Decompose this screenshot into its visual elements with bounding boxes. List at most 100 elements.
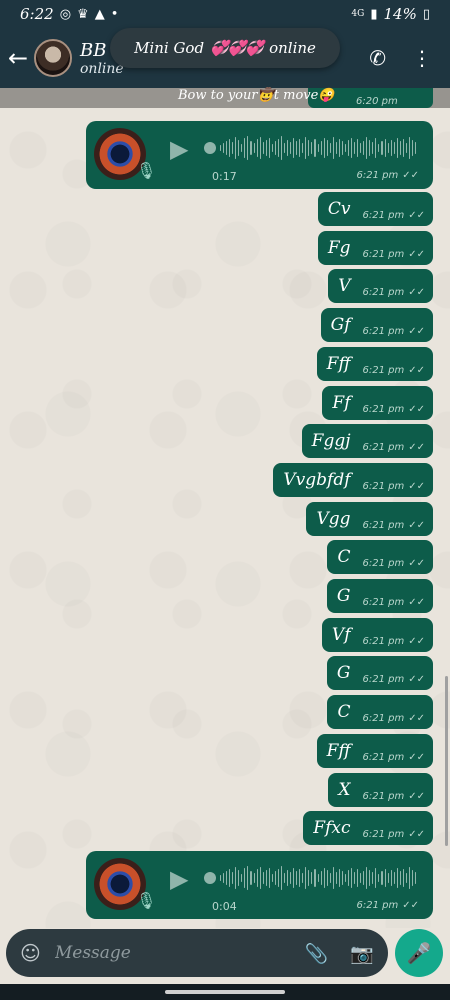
message-text: C	[337, 547, 351, 567]
seek-handle[interactable]	[204, 142, 216, 154]
double-check-icon: ✓✓	[408, 636, 425, 647]
double-check-icon: ✓✓	[408, 752, 425, 763]
double-check-icon: ✓✓	[408, 791, 425, 802]
message-bubble[interactable]: Fggj 6:21 pm ✓✓	[301, 424, 433, 458]
double-check-icon: ✓✓	[408, 365, 425, 376]
message-text: G	[336, 586, 351, 606]
message-bubble[interactable]: G 6:21 pm ✓✓	[326, 656, 433, 690]
message-text: Ff	[332, 393, 351, 413]
back-arrow-icon[interactable]: ←	[8, 44, 30, 72]
message-time: 6:21 pm ✓✓	[362, 404, 426, 415]
message-text: Cv	[327, 199, 351, 219]
seek-handle[interactable]	[204, 872, 216, 884]
message-text: Fff	[326, 354, 351, 374]
home-handle[interactable]	[165, 990, 285, 994]
waveform[interactable]	[220, 865, 416, 891]
double-check-icon: ✓✓	[408, 404, 425, 415]
message-time: 6:21 pm ✓✓	[362, 287, 426, 298]
message-text: Vf	[331, 625, 351, 645]
mic-icon: 🎙	[136, 161, 157, 180]
whatsapp-icon: ◎	[59, 6, 72, 22]
double-check-icon: ✓✓	[408, 520, 425, 531]
attach-icon[interactable]: 📎	[305, 942, 329, 965]
message-bubble[interactable]: Vgg 6:21 pm ✓✓	[306, 502, 433, 536]
double-check-icon: ✓✓	[408, 713, 425, 724]
dot-icon: •	[110, 6, 119, 22]
status-bar: 6:22 ◎ ♛ ▲ • 4G ▮ 14% ▯	[0, 0, 450, 28]
voice-record-button[interactable]: 🎤	[395, 929, 443, 977]
battery-level: 14%	[383, 5, 417, 23]
emoji-icon[interactable]: ☺	[20, 941, 41, 965]
phone-icon[interactable]: ✆	[369, 46, 386, 70]
message-time: 6:21 pm ✓✓	[362, 636, 426, 647]
message-time: 6:21 pm ✓✓	[362, 713, 426, 724]
camera-icon[interactable]: 📷	[350, 942, 374, 965]
message-time: 6:21 pm ✓✓	[362, 210, 426, 221]
message-bubble[interactable]: Ff 6:21 pm ✓✓	[322, 386, 433, 420]
toast-name: Mini God	[134, 39, 205, 57]
signal-icon: ▮	[370, 6, 378, 22]
message-bubble[interactable]: Vvgbfdf 6:21 pm ✓✓	[273, 463, 433, 497]
composer: ☺ 📎 📷	[6, 929, 388, 977]
voice-duration: 0:17	[212, 170, 237, 183]
voice-message[interactable]: 🎙 ▶ 0:17 6:21 pm ✓✓	[86, 121, 433, 189]
message-bubble[interactable]: Vf 6:21 pm ✓✓	[321, 618, 433, 652]
double-check-icon: ✓✓	[408, 287, 425, 298]
message-text: Fggj	[311, 431, 351, 451]
message-time: 6:21 pm ✓✓	[356, 900, 420, 911]
message-bubble[interactable]: Fff 6:21 pm ✓✓	[316, 347, 433, 381]
double-check-icon: ✓✓	[408, 481, 425, 492]
warning-icon: ▲	[94, 6, 105, 22]
message-time: 6:21 pm ✓✓	[362, 752, 426, 763]
message-time: 6:21 pm ✓✓	[362, 365, 426, 376]
message-input[interactable]	[54, 943, 275, 963]
message-bubble[interactable]: Cv 6:21 pm ✓✓	[317, 192, 433, 226]
waveform[interactable]	[220, 135, 416, 161]
double-check-icon: ✓✓	[408, 829, 425, 840]
pinned-message: Bow to your🤠t move😜	[178, 88, 335, 103]
message-time: 6:21 pm ✓✓	[362, 481, 426, 492]
battery-icon: ▯	[422, 6, 430, 22]
message-bubble[interactable]: Ffxc 6:21 pm ✓✓	[303, 811, 433, 845]
message-bubble[interactable]: Fff 6:21 pm ✓✓	[316, 734, 433, 768]
message-text: V	[338, 276, 351, 296]
message-time: 6:21 pm ✓✓	[362, 326, 426, 337]
status-time: 6:22	[20, 5, 54, 23]
double-check-icon: ✓✓	[408, 210, 425, 221]
message-bubble[interactable]: V 6:21 pm ✓✓	[328, 269, 433, 303]
more-vert-icon[interactable]: ⋮	[412, 46, 432, 70]
double-check-icon: ✓✓	[408, 249, 425, 260]
pinned-time: 6:20 pm	[356, 96, 398, 107]
network-type: 4G	[351, 9, 365, 19]
message-time: 6:21 pm ✓✓	[362, 442, 426, 453]
toast-status: online	[269, 39, 316, 57]
message-bubble[interactable]: C 6:21 pm ✓✓	[327, 695, 433, 729]
message-time: 6:21 pm ✓✓	[362, 674, 426, 685]
scrollbar[interactable]	[445, 676, 448, 846]
message-bubble[interactable]: G 6:21 pm ✓✓	[326, 579, 433, 613]
message-bubble[interactable]: C 6:21 pm ✓✓	[327, 540, 433, 574]
message-text: Fff	[326, 741, 351, 761]
mic-icon: 🎙	[136, 891, 157, 910]
online-notification[interactable]: Mini God 💞💞💞 online	[110, 28, 340, 68]
nav-bar	[0, 984, 450, 1000]
message-time: 6:21 pm ✓✓	[362, 558, 426, 569]
double-check-icon: ✓✓	[408, 558, 425, 569]
message-bubble[interactable]: Fg 6:21 pm ✓✓	[317, 231, 433, 265]
toast-hearts: 💞💞💞	[210, 39, 264, 57]
crown-icon: ♛	[77, 6, 89, 22]
play-icon[interactable]: ▶	[170, 135, 188, 163]
voice-message[interactable]: 🎙 ▶ 0:04 6:21 pm ✓✓	[86, 851, 433, 919]
message-bubble[interactable]: X 6:21 pm ✓✓	[328, 773, 433, 807]
message-text: Gf	[330, 315, 351, 335]
message-time: 6:21 pm ✓✓	[356, 170, 420, 181]
double-check-icon: ✓✓	[408, 674, 425, 685]
message-text: Fg	[327, 238, 351, 258]
message-text: Vvgbfdf	[283, 470, 351, 490]
double-check-icon: ✓✓	[408, 597, 425, 608]
message-text: Vgg	[316, 509, 351, 529]
message-bubble[interactable]: Gf 6:21 pm ✓✓	[320, 308, 433, 342]
message-text: G	[336, 663, 351, 683]
avatar[interactable]	[34, 39, 72, 77]
play-icon[interactable]: ▶	[170, 865, 188, 893]
